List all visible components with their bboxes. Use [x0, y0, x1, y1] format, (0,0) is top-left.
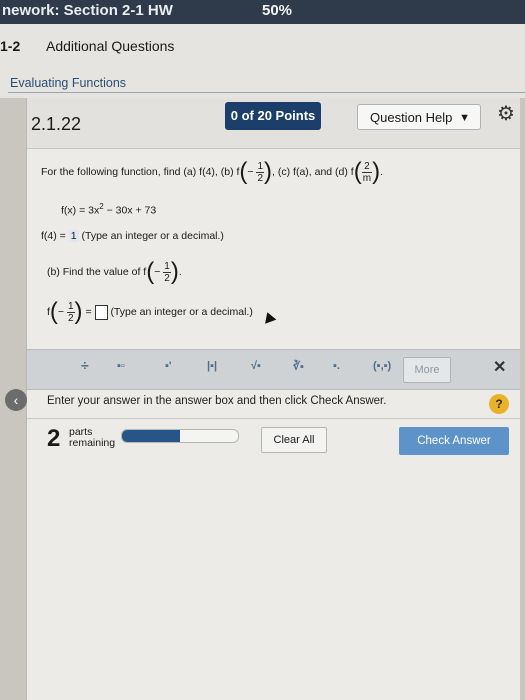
- section-header: Evaluating Functions: [0, 68, 525, 98]
- frac-b3: 12: [66, 300, 75, 324]
- function-exponent: 2: [99, 202, 104, 211]
- paren-open-d: (: [353, 158, 362, 185]
- question-help-button[interactable]: Question Help ▼: [357, 104, 481, 130]
- decimal-tool-icon[interactable]: ▪.: [333, 360, 340, 372]
- frac-b3-sign: −: [57, 305, 65, 318]
- nth-root-tool-icon[interactable]: ∛▪: [293, 360, 304, 373]
- frac-b: 12: [256, 160, 265, 184]
- section-title: Evaluating Functions: [10, 76, 127, 90]
- answer-b-input[interactable]: [94, 304, 108, 320]
- answer-a-hint: (Type an integer or a decimal.): [81, 230, 224, 242]
- assignment-title: nework: Section 2-1 HW: [2, 2, 173, 19]
- part-b-prompt: (b) Find the value of f(− 1 2).: [47, 258, 182, 285]
- breadcrumb-number: 1-2: [0, 38, 21, 54]
- instruction-text: Enter your answer in the answer box and …: [47, 395, 387, 407]
- frac-b2: 12: [163, 261, 171, 284]
- question-number: 2.1.22: [31, 114, 82, 134]
- dropdown-arrow-icon: ▼: [459, 112, 470, 124]
- prompt-prefix: For the following function, find (a) f(4…: [41, 165, 240, 178]
- absolute-value-tool-icon[interactable]: |▪|: [207, 360, 217, 372]
- points-badge: 0 of 20 Points: [225, 102, 321, 130]
- gear-icon[interactable]: ⚙: [497, 103, 519, 125]
- frac-b3-den: 2: [67, 312, 74, 324]
- more-tools-button[interactable]: More: [403, 357, 451, 383]
- frac-b-num: 1: [256, 160, 265, 173]
- parts-bar: 2 parts remaining Clear All Check Answer: [27, 418, 520, 463]
- answer-a-row: f(4) = 1 (Type an integer or a decimal.): [41, 230, 224, 242]
- paren-close-b: ): [170, 258, 179, 285]
- part-b-text: (b) Find the value of f: [47, 265, 147, 278]
- answer-a-label: f(4) =: [41, 230, 66, 242]
- answer-b-row: f(− 1 2) = (Type an integer or a decimal.…: [47, 298, 253, 325]
- frac-b2-sign: −: [154, 265, 161, 278]
- frac-d: 2m: [361, 161, 373, 184]
- top-bar: nework: Section 2-1 HW 50%: [0, 0, 525, 24]
- math-toolbar: ÷ ▪▫ ▪' |▪| √▪ ∛▪ ▪. (▪,▪) More ✕: [27, 349, 520, 390]
- mouse-cursor-icon: [261, 310, 277, 324]
- frac-b-den: 2: [257, 172, 264, 184]
- paren-close-d: ): [372, 158, 381, 185]
- frac-b3-num: 1: [66, 300, 75, 313]
- sqrt-tool-icon[interactable]: √▪: [251, 360, 261, 372]
- parts-remaining-count: 2: [47, 425, 61, 452]
- answer-a-value: 1: [68, 230, 79, 242]
- paren-close: ): [264, 158, 273, 185]
- parts-line2: remaining: [69, 437, 116, 449]
- clear-all-button[interactable]: Clear All: [261, 427, 327, 453]
- exponent-tool-icon[interactable]: ▪': [165, 360, 172, 372]
- paren-open-ans: (: [49, 298, 58, 325]
- question-panel: 2.1.22 0 of 20 Points Question Help ▼ ⚙ …: [5, 98, 520, 700]
- frac-b-sign: −: [247, 165, 254, 178]
- fraction-tool-icon[interactable]: ÷: [81, 357, 89, 373]
- answer-b-hint: (Type an integer or a decimal.): [110, 305, 253, 318]
- progress-bar: [121, 429, 239, 443]
- parts-remaining-label: parts remaining: [69, 427, 115, 449]
- back-arrow-icon[interactable]: ‹: [5, 389, 27, 411]
- question-help-label: Question Help: [370, 110, 453, 125]
- progress-fill: [122, 430, 180, 442]
- frac-d-num: 2: [361, 161, 373, 173]
- close-icon[interactable]: ✕: [493, 357, 506, 377]
- breadcrumb-label[interactable]: Additional Questions: [46, 38, 174, 54]
- paren-close-ans: ): [74, 298, 83, 325]
- ordered-pair-tool-icon[interactable]: (▪,▪): [373, 360, 391, 372]
- section-divider: [8, 92, 525, 93]
- prompt-mid: , (c) f(a), and (d) f: [272, 165, 354, 178]
- function-rhs: − 30x + 73: [106, 204, 157, 217]
- frac-d-den: m: [362, 172, 372, 184]
- score-display: 50%: [262, 2, 293, 19]
- function-lhs: f(x) = 3x: [61, 204, 100, 217]
- frac-b2-den: 2: [164, 272, 170, 284]
- question-header: 2.1.22 0 of 20 Points Question Help ▼ ⚙: [27, 98, 520, 149]
- mixed-number-tool-icon[interactable]: ▪▫: [117, 360, 125, 372]
- question-prompt: For the following function, find (a) f(4…: [41, 158, 383, 185]
- frac-b2-num: 1: [163, 260, 171, 273]
- check-answer-button[interactable]: Check Answer: [399, 427, 509, 455]
- help-icon[interactable]: ?: [489, 394, 509, 414]
- breadcrumb: 1-2 Additional Questions: [0, 24, 525, 68]
- function-definition: f(x) = 3x2 − 30x + 73: [61, 202, 156, 217]
